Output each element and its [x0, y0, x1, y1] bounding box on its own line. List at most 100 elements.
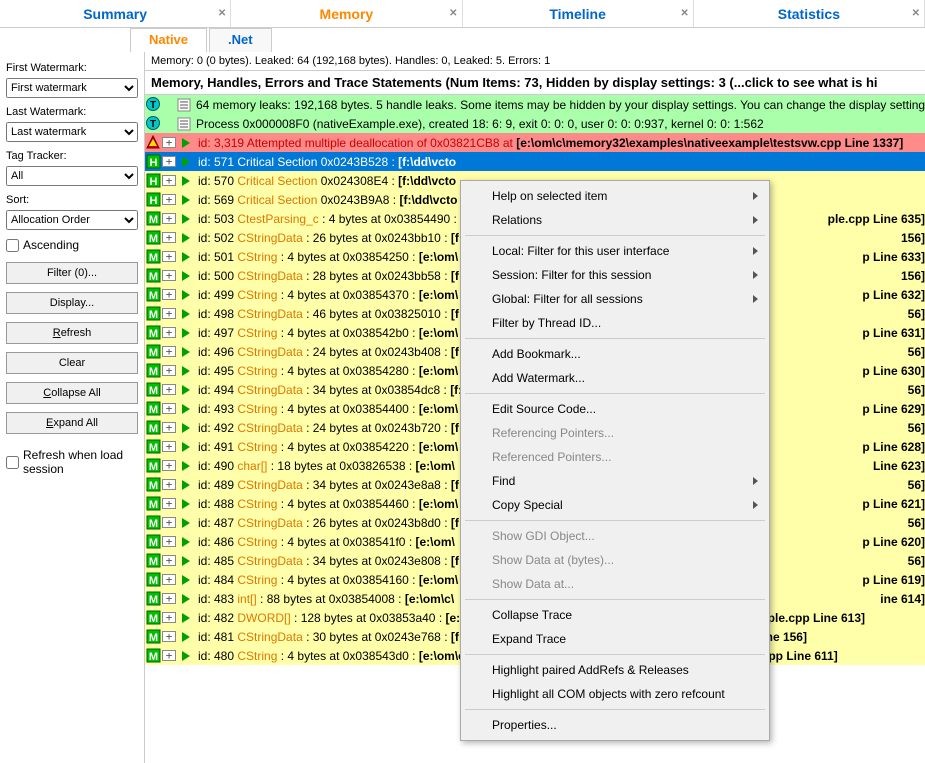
- arrow-icon: [178, 629, 194, 645]
- expand-toggle[interactable]: +: [162, 555, 176, 566]
- menu-thread-filter[interactable]: Filter by Thread ID...: [464, 311, 766, 335]
- menu-find[interactable]: Find: [464, 469, 766, 493]
- row-kind-icon: M: [145, 591, 161, 607]
- expand-toggle[interactable]: +: [162, 327, 176, 338]
- menu-global-filter[interactable]: Global: Filter for all sessions: [464, 287, 766, 311]
- menu-highlight-com[interactable]: Highlight all COM objects with zero refc…: [464, 682, 766, 706]
- menu-expand-trace[interactable]: Expand Trace: [464, 627, 766, 651]
- tab-statistics[interactable]: Statistics✕: [694, 0, 925, 27]
- expand-toggle[interactable]: +: [162, 631, 176, 642]
- expand-toggle[interactable]: +: [162, 384, 176, 395]
- expand-toggle[interactable]: +: [162, 441, 176, 452]
- ascending-checkbox[interactable]: [6, 239, 19, 252]
- expand-toggle[interactable]: +: [162, 194, 176, 205]
- expand-toggle[interactable]: +: [162, 308, 176, 319]
- expand-toggle[interactable]: +: [162, 213, 176, 224]
- svg-text:T: T: [149, 100, 155, 111]
- expand-toggle[interactable]: +: [162, 232, 176, 243]
- expand-toggle[interactable]: +: [162, 403, 176, 414]
- close-icon[interactable]: ✕: [218, 8, 226, 19]
- expand-toggle[interactable]: +: [162, 460, 176, 471]
- info-icon: [176, 116, 192, 132]
- row-kind-icon: M: [145, 382, 161, 398]
- expand-toggle[interactable]: +: [162, 365, 176, 376]
- expand-toggle[interactable]: +: [162, 574, 176, 585]
- close-icon[interactable]: ✕: [912, 8, 920, 19]
- expand-toggle[interactable]: +: [162, 536, 176, 547]
- row-tail: 56]: [908, 307, 925, 321]
- list-header[interactable]: Memory, Handles, Errors and Trace Statem…: [145, 71, 925, 95]
- row-text: id: 489 CStringData : 34 bytes at 0x0243…: [195, 478, 463, 492]
- menu-properties[interactable]: Properties...: [464, 713, 766, 737]
- sub-tabs: Native .Net: [0, 28, 925, 52]
- selected-row[interactable]: H + id: 571 Critical Section 0x0243B528 …: [145, 152, 925, 171]
- svg-text:T: T: [149, 119, 155, 130]
- expand-toggle[interactable]: +: [162, 479, 176, 490]
- error-row[interactable]: + id: 3,319 Attempted multiple deallocat…: [145, 133, 925, 152]
- menu-session-filter[interactable]: Session: Filter for this session: [464, 263, 766, 287]
- t-icon: T: [145, 116, 161, 132]
- menu-add-watermark[interactable]: Add Watermark...: [464, 366, 766, 390]
- expand-toggle[interactable]: +: [162, 593, 176, 604]
- top-tabs: Summary✕ Memory✕ Timeline✕ Statistics✕: [0, 0, 925, 28]
- svg-text:M: M: [148, 594, 157, 606]
- row-text: id: 494 CStringData : 34 bytes at 0x0385…: [195, 383, 462, 397]
- refresh-button[interactable]: Refresh: [6, 322, 138, 344]
- info-row[interactable]: T Process 0x000008F0 (nativeExample.exe)…: [145, 114, 925, 133]
- expand-all-button[interactable]: Expand All: [6, 412, 138, 434]
- menu-collapse-trace[interactable]: Collapse Trace: [464, 603, 766, 627]
- row-text: id: 483 int[] : 88 bytes at 0x03854008 :…: [195, 592, 454, 606]
- expand-toggle[interactable]: +: [162, 289, 176, 300]
- row-text: id: 485 CStringData : 34 bytes at 0x0243…: [195, 554, 463, 568]
- expand-toggle[interactable]: +: [162, 517, 176, 528]
- row-tail: p Line 621]: [862, 497, 925, 511]
- menu-copy-special[interactable]: Copy Special: [464, 493, 766, 517]
- menu-local-filter[interactable]: Local: Filter for this user interface: [464, 239, 766, 263]
- close-icon[interactable]: ✕: [680, 8, 688, 19]
- expand-toggle[interactable]: +: [162, 346, 176, 357]
- row-text: id: 487 CStringData : 26 bytes at 0x0243…: [195, 516, 463, 530]
- menu-edit-source[interactable]: Edit Source Code...: [464, 397, 766, 421]
- expand-toggle[interactable]: +: [162, 612, 176, 623]
- refresh-load-checkbox[interactable]: [6, 456, 19, 469]
- clear-button[interactable]: Clear: [6, 352, 138, 374]
- first-watermark-select[interactable]: First watermark: [6, 78, 138, 98]
- expand-toggle[interactable]: +: [162, 251, 176, 262]
- last-watermark-select[interactable]: Last watermark: [6, 122, 138, 142]
- menu-highlight-addrefs[interactable]: Highlight paired AddRefs & Releases: [464, 658, 766, 682]
- expand-toggle[interactable]: +: [162, 650, 176, 661]
- svg-text:M: M: [148, 537, 157, 549]
- expand-toggle[interactable]: +: [162, 175, 176, 186]
- tab-timeline[interactable]: Timeline✕: [463, 0, 694, 27]
- context-menu: Help on selected item Relations Local: F…: [460, 180, 770, 741]
- tab-summary[interactable]: Summary✕: [0, 0, 231, 27]
- expand-toggle[interactable]: +: [162, 422, 176, 433]
- row-text: id: 502 CStringData : 26 bytes at 0x0243…: [195, 231, 463, 245]
- expand-toggle[interactable]: +: [162, 270, 176, 281]
- row-kind-icon: M: [145, 306, 161, 322]
- display-button[interactable]: Display...: [6, 292, 138, 314]
- menu-add-bookmark[interactable]: Add Bookmark...: [464, 342, 766, 366]
- arrow-icon: [178, 610, 194, 626]
- svg-text:M: M: [148, 385, 157, 397]
- expand-toggle[interactable]: +: [162, 156, 176, 167]
- svg-text:H: H: [149, 176, 157, 188]
- expand-toggle[interactable]: +: [162, 137, 176, 148]
- sort-select[interactable]: Allocation Order: [6, 210, 138, 230]
- info-icon: [176, 97, 192, 113]
- row-text: id: 500 CStringData : 28 bytes at 0x0243…: [195, 269, 463, 283]
- menu-relations[interactable]: Relations: [464, 208, 766, 232]
- row-text: id: 498 CStringData : 46 bytes at 0x0382…: [195, 307, 463, 321]
- tag-tracker-select[interactable]: All: [6, 166, 138, 186]
- row-kind-icon: M: [145, 496, 161, 512]
- menu-help[interactable]: Help on selected item: [464, 184, 766, 208]
- collapse-all-button[interactable]: Collapse All: [6, 382, 138, 404]
- tab-memory[interactable]: Memory✕: [231, 0, 462, 27]
- expand-toggle[interactable]: +: [162, 498, 176, 509]
- svg-text:M: M: [148, 651, 157, 663]
- info-row[interactable]: T 64 memory leaks: 192,168 bytes. 5 hand…: [145, 95, 925, 114]
- close-icon[interactable]: ✕: [449, 8, 457, 19]
- subtab-native[interactable]: Native: [130, 28, 207, 52]
- subtab-dotnet[interactable]: .Net: [209, 28, 272, 52]
- filter-button[interactable]: Filter (0)...: [6, 262, 138, 284]
